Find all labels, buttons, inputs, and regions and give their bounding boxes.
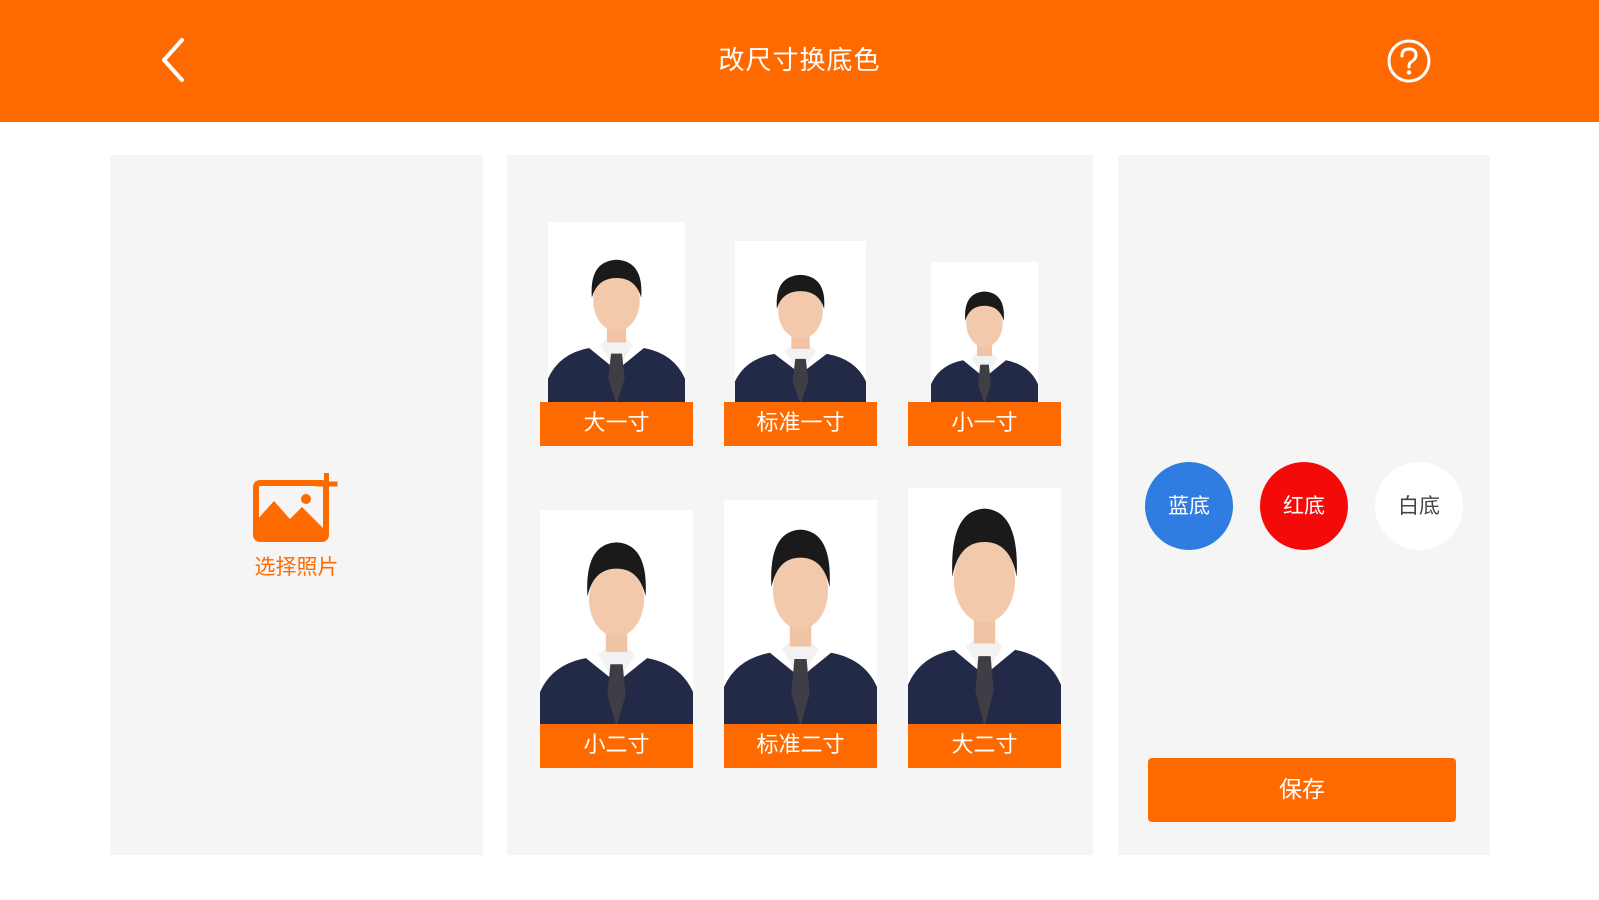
size-label: 标准一寸: [724, 402, 877, 446]
portrait-silhouette: [724, 500, 877, 726]
size-option-small-2inch[interactable]: 小二寸: [540, 510, 693, 768]
size-label: 大一寸: [540, 402, 693, 446]
portrait-silhouette: [908, 488, 1061, 726]
back-button[interactable]: [150, 34, 202, 86]
blue-background-button[interactable]: 蓝底: [1145, 462, 1233, 550]
size-option-standard-2inch[interactable]: 标准二寸: [724, 500, 877, 768]
portrait-photo: [908, 488, 1061, 726]
select-photo-button[interactable]: 选择照片: [240, 473, 353, 583]
portrait-photo: [931, 262, 1038, 404]
chevron-left-icon: [162, 38, 184, 82]
size-option-large-2inch[interactable]: 大二寸: [908, 488, 1061, 768]
portrait-photo: [735, 241, 866, 404]
white-background-button[interactable]: 白底: [1375, 462, 1463, 550]
size-option-standard-1inch[interactable]: 标准一寸: [724, 241, 877, 446]
portrait-silhouette: [548, 222, 685, 404]
portrait-silhouette: [735, 241, 866, 404]
portrait-photo: [548, 222, 685, 404]
portrait-silhouette: [931, 262, 1038, 404]
help-button[interactable]: [1386, 38, 1432, 84]
save-button[interactable]: 保存: [1148, 758, 1456, 822]
upload-panel: 选择照片: [110, 155, 483, 855]
portrait-photo: [724, 500, 877, 726]
size-label: 大二寸: [908, 724, 1061, 768]
top-bar: 改尺寸换底色: [0, 0, 1599, 122]
size-option-small-1inch[interactable]: 小一寸: [908, 262, 1061, 446]
page-title: 改尺寸换底色: [718, 46, 881, 76]
portrait-silhouette: [540, 510, 693, 726]
add-image-icon: [252, 473, 337, 542]
red-background-button[interactable]: 红底: [1260, 462, 1348, 550]
size-option-large-1inch[interactable]: 大一寸: [540, 222, 693, 446]
portrait-photo: [540, 510, 693, 726]
size-label: 小二寸: [540, 724, 693, 768]
select-photo-label: 选择照片: [254, 555, 339, 579]
size-label: 标准二寸: [724, 724, 877, 768]
question-circle-icon: [1387, 39, 1431, 83]
size-label: 小一寸: [908, 402, 1061, 446]
